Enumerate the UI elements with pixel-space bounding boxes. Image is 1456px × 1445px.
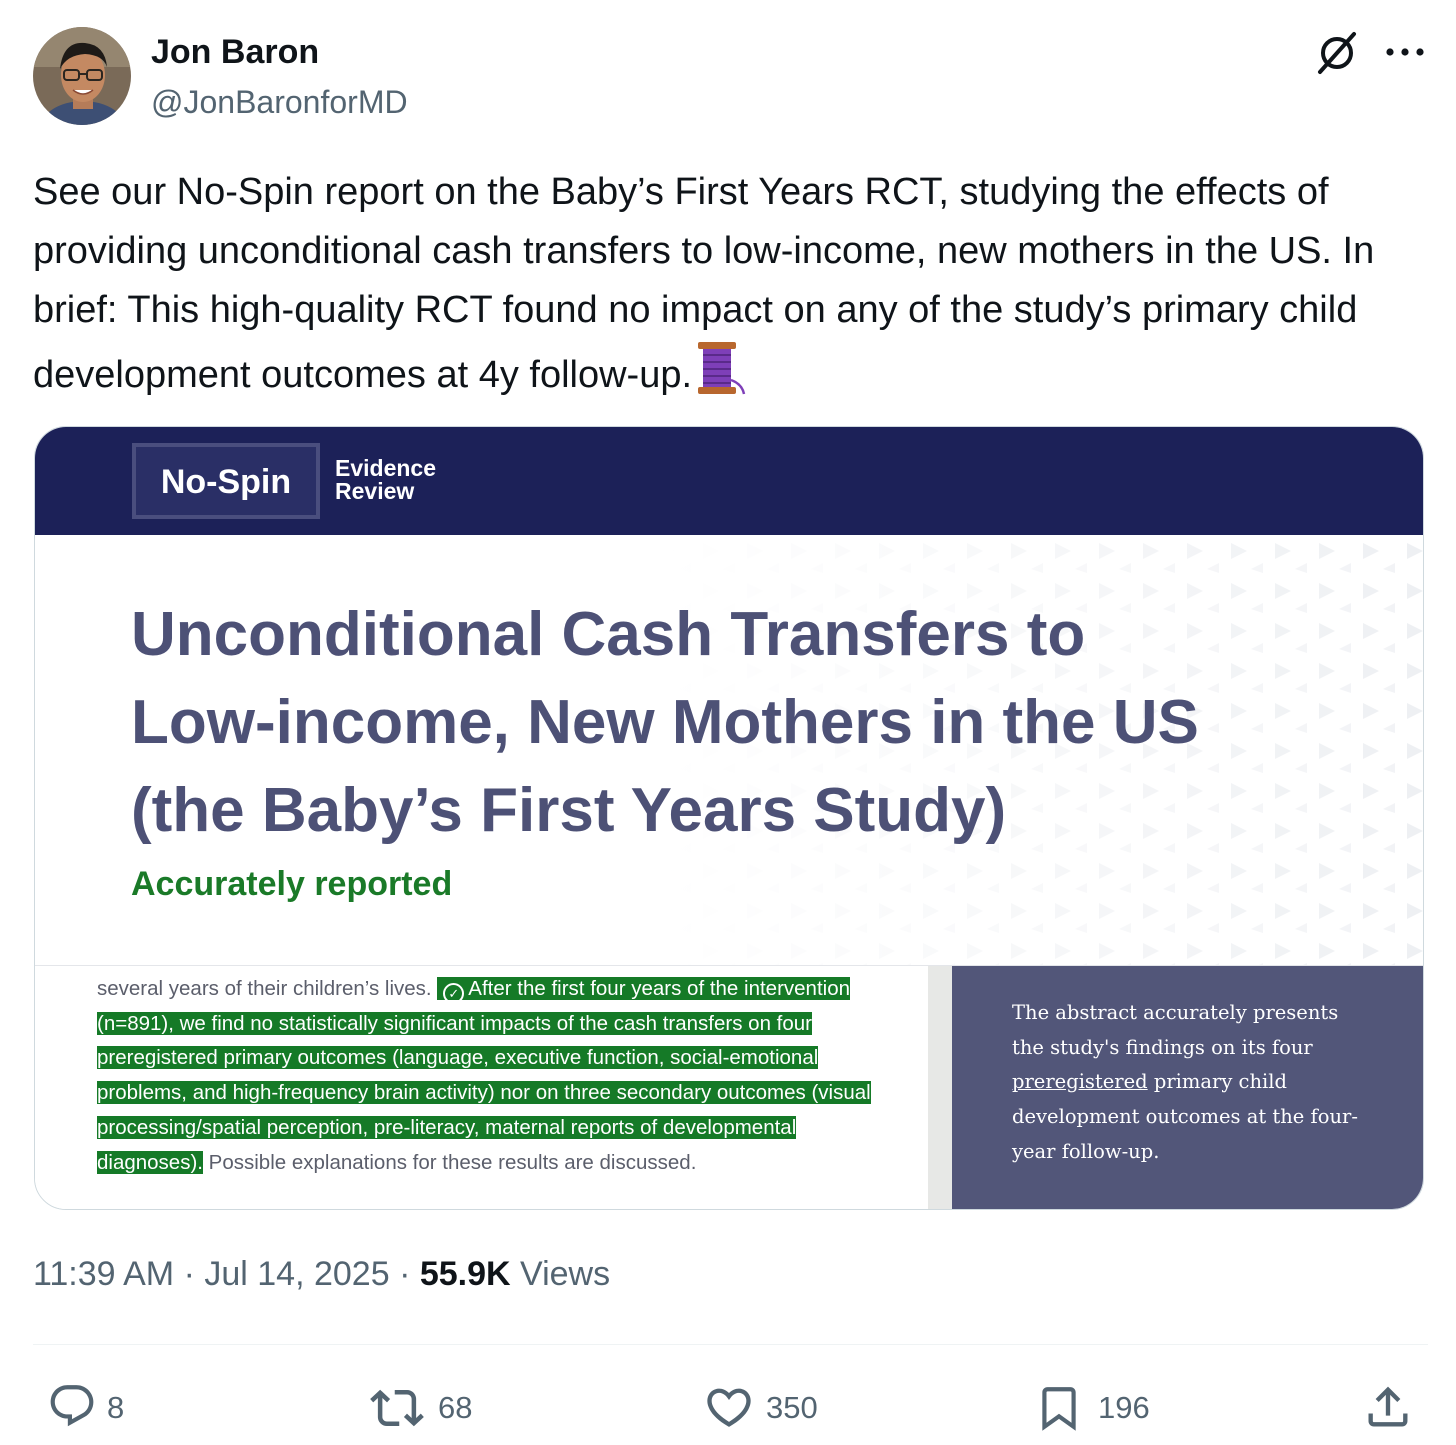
tweet-text: See our No-Spin report on the Baby’s Fir… xyxy=(33,163,1428,414)
verdict-before: The abstract accurately presents the stu… xyxy=(1012,1001,1339,1059)
card-divider xyxy=(928,966,952,1209)
report-title-line: Unconditional Cash Transfers to xyxy=(131,600,1086,669)
author-name[interactable]: Jon Baron xyxy=(151,33,319,72)
card-bottom: several years of their children’s lives.… xyxy=(35,965,1423,1209)
tweet-date[interactable]: Jul 14, 2025 xyxy=(204,1255,389,1293)
excerpt-highlight-block: ✓ After the first four years of the inter… xyxy=(97,977,871,1174)
repost-button[interactable]: 68 xyxy=(370,1376,500,1436)
no-spin-logo-text: No-Spin xyxy=(160,463,292,501)
bookmark-count: 196 xyxy=(1098,1390,1150,1425)
avatar[interactable] xyxy=(33,27,131,125)
avatar-image xyxy=(33,27,131,125)
divider xyxy=(33,1344,1428,1345)
abstract-excerpt: several years of their children’s lives.… xyxy=(97,972,897,1180)
reply-count: 8 xyxy=(107,1390,125,1425)
report-title-line: Low-income, New Mothers in the US xyxy=(131,688,1199,757)
reply-icon xyxy=(50,1385,94,1427)
views-count[interactable]: 55.9K xyxy=(420,1255,511,1293)
meta-dot: · xyxy=(389,1255,420,1293)
repost-count: 68 xyxy=(438,1390,473,1425)
excerpt-after: Possible explanations for these results … xyxy=(202,1150,697,1174)
check-circle-icon: ✓ xyxy=(443,983,465,1004)
report-title-line: (the Baby’s First Years Study) xyxy=(131,776,1007,845)
grok-icon[interactable] xyxy=(1312,28,1362,78)
media-card[interactable]: No-Spin Evidence Review Unconditional Ca… xyxy=(34,426,1424,1210)
report-title: Unconditional Cash Transfers to Low-inco… xyxy=(131,591,1371,855)
excerpt-before: several years of their children’s lives. xyxy=(97,977,438,1000)
heart-icon xyxy=(707,1388,751,1427)
views-label: Views xyxy=(510,1255,611,1293)
evidence-label: Evidence xyxy=(335,455,436,481)
verdict-text: The abstract accurately presents the stu… xyxy=(1012,996,1372,1170)
repost-icon xyxy=(370,1389,424,1427)
review-label: Review xyxy=(335,478,415,504)
more-icon[interactable] xyxy=(1380,28,1430,78)
verdict-panel: The abstract accurately presents the stu… xyxy=(952,966,1423,1209)
card-banner: No-Spin Evidence Review xyxy=(35,427,1423,535)
spool-of-thread-icon xyxy=(694,340,746,414)
verdict-underlined: preregistered xyxy=(1012,1070,1148,1094)
like-count: 350 xyxy=(766,1390,818,1425)
report-status: Accurately reported xyxy=(131,865,453,903)
bookmark-icon xyxy=(1042,1387,1076,1431)
no-spin-logo: No-Spin xyxy=(132,443,320,519)
tweet-time[interactable]: 11:39 AM xyxy=(33,1255,174,1293)
reply-button[interactable]: 8 xyxy=(47,1376,167,1436)
meta-dot: · xyxy=(174,1255,205,1293)
tweet-meta: 11:39 AM · Jul 14, 2025 · 55.9K Views xyxy=(33,1255,610,1294)
excerpt-highlight: After the first four years of the interv… xyxy=(97,977,871,1174)
author-handle[interactable]: @JonBaronforMD xyxy=(151,84,408,121)
evidence-review-label: Evidence Review xyxy=(335,457,436,503)
bookmark-button[interactable]: 196 xyxy=(1034,1376,1164,1436)
report-title-area: Unconditional Cash Transfers to Low-inco… xyxy=(35,535,1423,965)
share-button[interactable] xyxy=(1362,1376,1416,1436)
like-button[interactable]: 350 xyxy=(703,1376,843,1436)
share-icon xyxy=(1368,1386,1408,1427)
